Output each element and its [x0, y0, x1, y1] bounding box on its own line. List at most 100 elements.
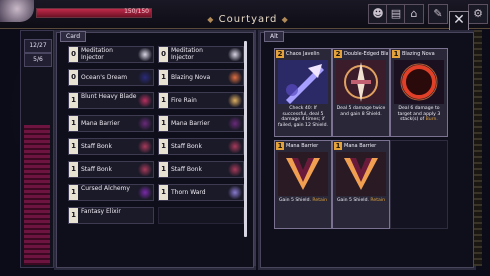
deck-card-row[interactable]: 1 Blunt Heavy Blade [68, 92, 154, 109]
card-count: 1 [69, 208, 78, 223]
title-ornament-right-icon: ◆ [281, 15, 289, 24]
card-count: 1 [159, 139, 168, 154]
card-name: Staff Bonk [171, 166, 202, 173]
panel-divider [254, 30, 256, 266]
card-art-icon [138, 117, 152, 130]
deck-icon[interactable]: ▤ [386, 4, 406, 24]
card-count: 1 [69, 185, 78, 200]
card-count: 1 [69, 116, 78, 131]
card-name: Thorn Ward [171, 189, 206, 196]
card-keyword: Burn. [425, 117, 438, 123]
deck-card-row[interactable]: 0 Meditation Injector [158, 46, 244, 63]
card-name: Mana Barrier [171, 120, 210, 127]
alt-panel: Alt 2 Chaos Javelin Check 40: If successfu… [258, 30, 476, 270]
title-ornament-left-icon: ◆ [207, 15, 215, 24]
card-count: 1 [159, 185, 168, 200]
empty-alt-slot [390, 140, 448, 229]
tab-alt[interactable]: Alt [264, 31, 285, 42]
settings-gear-icon[interactable]: ⚙ [468, 4, 488, 24]
card-name: Ocean's Dream [81, 74, 128, 81]
card-art [278, 152, 328, 196]
location-title: Courtyard [218, 14, 278, 25]
character-portrait[interactable] [0, 0, 34, 22]
tab-card[interactable]: Card [60, 31, 87, 42]
card-ratio-stat: 12/27 [24, 39, 52, 53]
card-name: Meditation Injector [81, 47, 113, 61]
deck-card-row[interactable]: 1 Staff Bonk [68, 138, 154, 155]
card-panel: Card 0 Meditation Injector 0 Meditation Inj… [54, 30, 256, 270]
deck-card-row[interactable]: 1 Fire Rain [158, 92, 244, 109]
deck-card-row[interactable]: 1 Thorn Ward [158, 184, 244, 201]
alt-card[interactable]: 2Double-Edged Blade Deal 5 damage twice a… [332, 48, 390, 137]
card-text: Gain 5 Shield. [278, 198, 311, 203]
card-name: Fantasy Elixir [81, 208, 121, 215]
hp-bar: 150/150 [36, 8, 152, 18]
alt-card[interactable]: 1 Mana Barrier Gain 5 Shield. Retain [274, 140, 332, 229]
card-art-icon [228, 71, 242, 84]
card-art-icon [228, 186, 242, 199]
card-art-icon [138, 163, 152, 176]
deck-card-row[interactable]: 1 Staff Bonk [158, 138, 244, 155]
card-cost: 1 [334, 142, 342, 150]
card-keyword: Retain [370, 198, 386, 203]
card-art-icon [228, 163, 242, 176]
stats-panel: 12/27 5/6 [20, 30, 54, 268]
card-description: Gain 5 Shield. Retain [277, 198, 329, 204]
treasure-icon[interactable]: ⌂ [404, 4, 424, 24]
card-count: 1 [159, 116, 168, 131]
deck-card-row[interactable]: 1 Fantasy Elixir [68, 207, 154, 224]
deck-card-row[interactable]: 1 Staff Bonk [158, 161, 244, 178]
card-art [336, 60, 386, 104]
card-title: Double-Edged Blade [344, 51, 388, 57]
deck-card-row[interactable]: 0 Ocean's Dream [68, 69, 154, 86]
card-art-icon [138, 94, 152, 107]
card-count: 1 [159, 70, 168, 85]
card-art [278, 60, 328, 104]
card-name: Mana Barrier [81, 120, 120, 127]
location-title-bar: ◆ Courtyard ◆ [200, 14, 296, 28]
alt-card[interactable]: 1 Mana Barrier Gain 5 Shield. Retain [332, 140, 390, 229]
card-count: 1 [69, 139, 78, 154]
deck-card-row[interactable]: 0 Meditation Injector [68, 46, 154, 63]
card-text: Check 40: If successful, deal 5 damage 4… [278, 106, 328, 128]
deck-card-row[interactable]: 1 Blazing Nova [158, 69, 244, 86]
deck-card-row[interactable]: 1 Cursed Alchemy [68, 184, 154, 201]
card-art-icon [228, 48, 242, 61]
card-count: 0 [159, 47, 168, 62]
card-art-icon [138, 48, 152, 61]
close-button[interactable]: ✕ [449, 11, 469, 31]
empty-deck-slot [158, 207, 244, 224]
card-cost: 2 [334, 50, 342, 58]
card-name: Staff Bonk [81, 166, 112, 173]
card-count: 0 [69, 47, 78, 62]
card-art-icon [138, 140, 152, 153]
card-description: Deal 5 damage twice and gain 8 Shield. [335, 106, 387, 117]
alt-card[interactable]: 2 Chaos Javelin Check 40: If successful, d… [274, 48, 332, 137]
card-cost: 1 [276, 142, 284, 150]
deck-card-row[interactable]: 1 Staff Bonk [68, 161, 154, 178]
card-art-icon [228, 140, 242, 153]
card-art [394, 60, 444, 104]
card-count: 1 [69, 93, 78, 108]
deck-card-row[interactable]: 1 Mana Barrier [158, 115, 244, 132]
card-cost: 2 [276, 50, 284, 58]
deck-card-row[interactable]: 1 Mana Barrier [68, 115, 154, 132]
card-name: Staff Bonk [171, 143, 202, 150]
character-icon[interactable]: ☻ [368, 4, 388, 24]
card-name: Blunt Heavy Blade [81, 93, 137, 100]
deck-scrollbar[interactable] [244, 41, 247, 237]
card-art-icon [228, 94, 242, 107]
alt-card[interactable]: 1 Blazing Nova Deal 6 damage to target and… [390, 48, 448, 137]
card-title: Mana Barrier [286, 143, 319, 149]
card-count: 1 [159, 162, 168, 177]
card-description: Gain 5 Shield. Retain [335, 198, 387, 204]
card-title: Blazing Nova [402, 51, 435, 57]
card-text: Deal 5 damage twice and gain 8 Shield. [336, 106, 386, 117]
log-icon[interactable]: ✎ [428, 4, 448, 24]
card-name: Cursed Alchemy [81, 185, 130, 192]
card-art-icon [228, 117, 242, 130]
card-description: Check 40: If successful, deal 5 damage 4… [277, 106, 329, 128]
card-count: 0 [69, 70, 78, 85]
card-count: 1 [159, 93, 168, 108]
right-border-decoration [474, 30, 482, 266]
